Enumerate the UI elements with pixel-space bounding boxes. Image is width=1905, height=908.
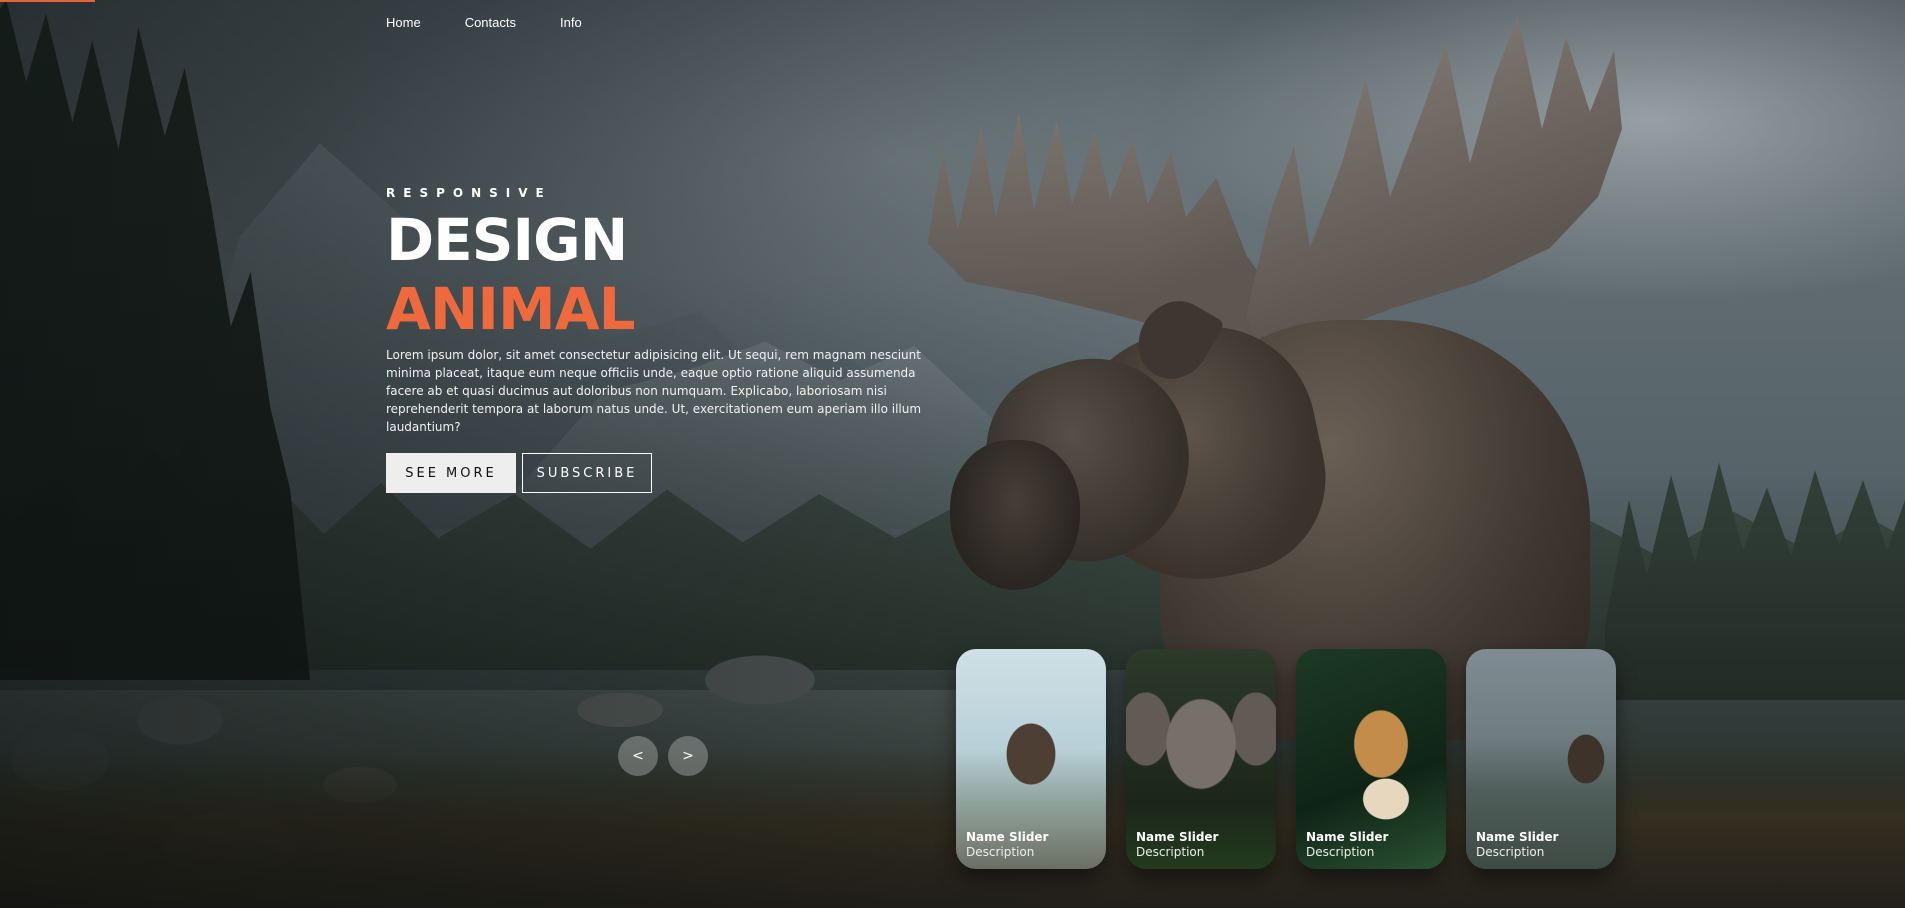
left-shade-overlay bbox=[0, 0, 1905, 908]
see-more-button[interactable]: SEE MORE bbox=[386, 453, 516, 493]
hero-description: Lorem ipsum dolor, sit amet consectetur … bbox=[386, 348, 922, 434]
hero-subtitle: ANIMAL bbox=[386, 275, 636, 343]
next-arrow-button[interactable]: > bbox=[668, 736, 708, 776]
slider-card[interactable]: Name Slider Description bbox=[956, 649, 1106, 869]
slider-card-description: Description bbox=[1476, 845, 1545, 859]
slider-card[interactable]: Name Slider Description bbox=[1466, 649, 1616, 869]
subscribe-button[interactable]: SUBSCRIBE bbox=[522, 453, 652, 493]
thumbnail-slider: Name Slider Description Name Slider Desc… bbox=[956, 649, 1616, 869]
slider-card-caption: Name Slider Description bbox=[1306, 830, 1388, 859]
top-nav: Home Contacts Info bbox=[386, 15, 582, 30]
slider-card-description: Description bbox=[1306, 845, 1375, 859]
slider-card-description: Description bbox=[1136, 845, 1205, 859]
slider-card-caption: Name Slider Description bbox=[1136, 830, 1218, 859]
slider-card-name: Name Slider bbox=[1476, 830, 1559, 844]
hero-background-image bbox=[0, 0, 1905, 908]
corner-accent-bar bbox=[0, 0, 95, 2]
hero-buttons: SEE MORE SUBSCRIBE bbox=[386, 453, 926, 493]
hero-content: RESPONSIVE DESIGN ANIMAL Lorem ipsum dol… bbox=[386, 186, 926, 493]
slider-card-description: Description bbox=[966, 845, 1035, 859]
nav-info[interactable]: Info bbox=[560, 15, 582, 30]
slider-card[interactable]: Name Slider Description bbox=[1296, 649, 1446, 869]
nav-home[interactable]: Home bbox=[386, 15, 421, 30]
slider-card-name: Name Slider bbox=[1136, 830, 1219, 844]
slider-card-name: Name Slider bbox=[1306, 830, 1389, 844]
nav-contacts[interactable]: Contacts bbox=[465, 15, 516, 30]
prev-arrow-button[interactable]: < bbox=[618, 736, 658, 776]
hero-eyebrow: RESPONSIVE bbox=[386, 186, 552, 200]
slider-card-name: Name Slider bbox=[966, 830, 1049, 844]
slider-card[interactable]: Name Slider Description bbox=[1126, 649, 1276, 869]
slider-card-caption: Name Slider Description bbox=[1476, 830, 1558, 859]
slider-card-caption: Name Slider Description bbox=[966, 830, 1048, 859]
hero-title: DESIGN bbox=[386, 206, 628, 274]
slider-arrows: < > bbox=[618, 736, 708, 776]
